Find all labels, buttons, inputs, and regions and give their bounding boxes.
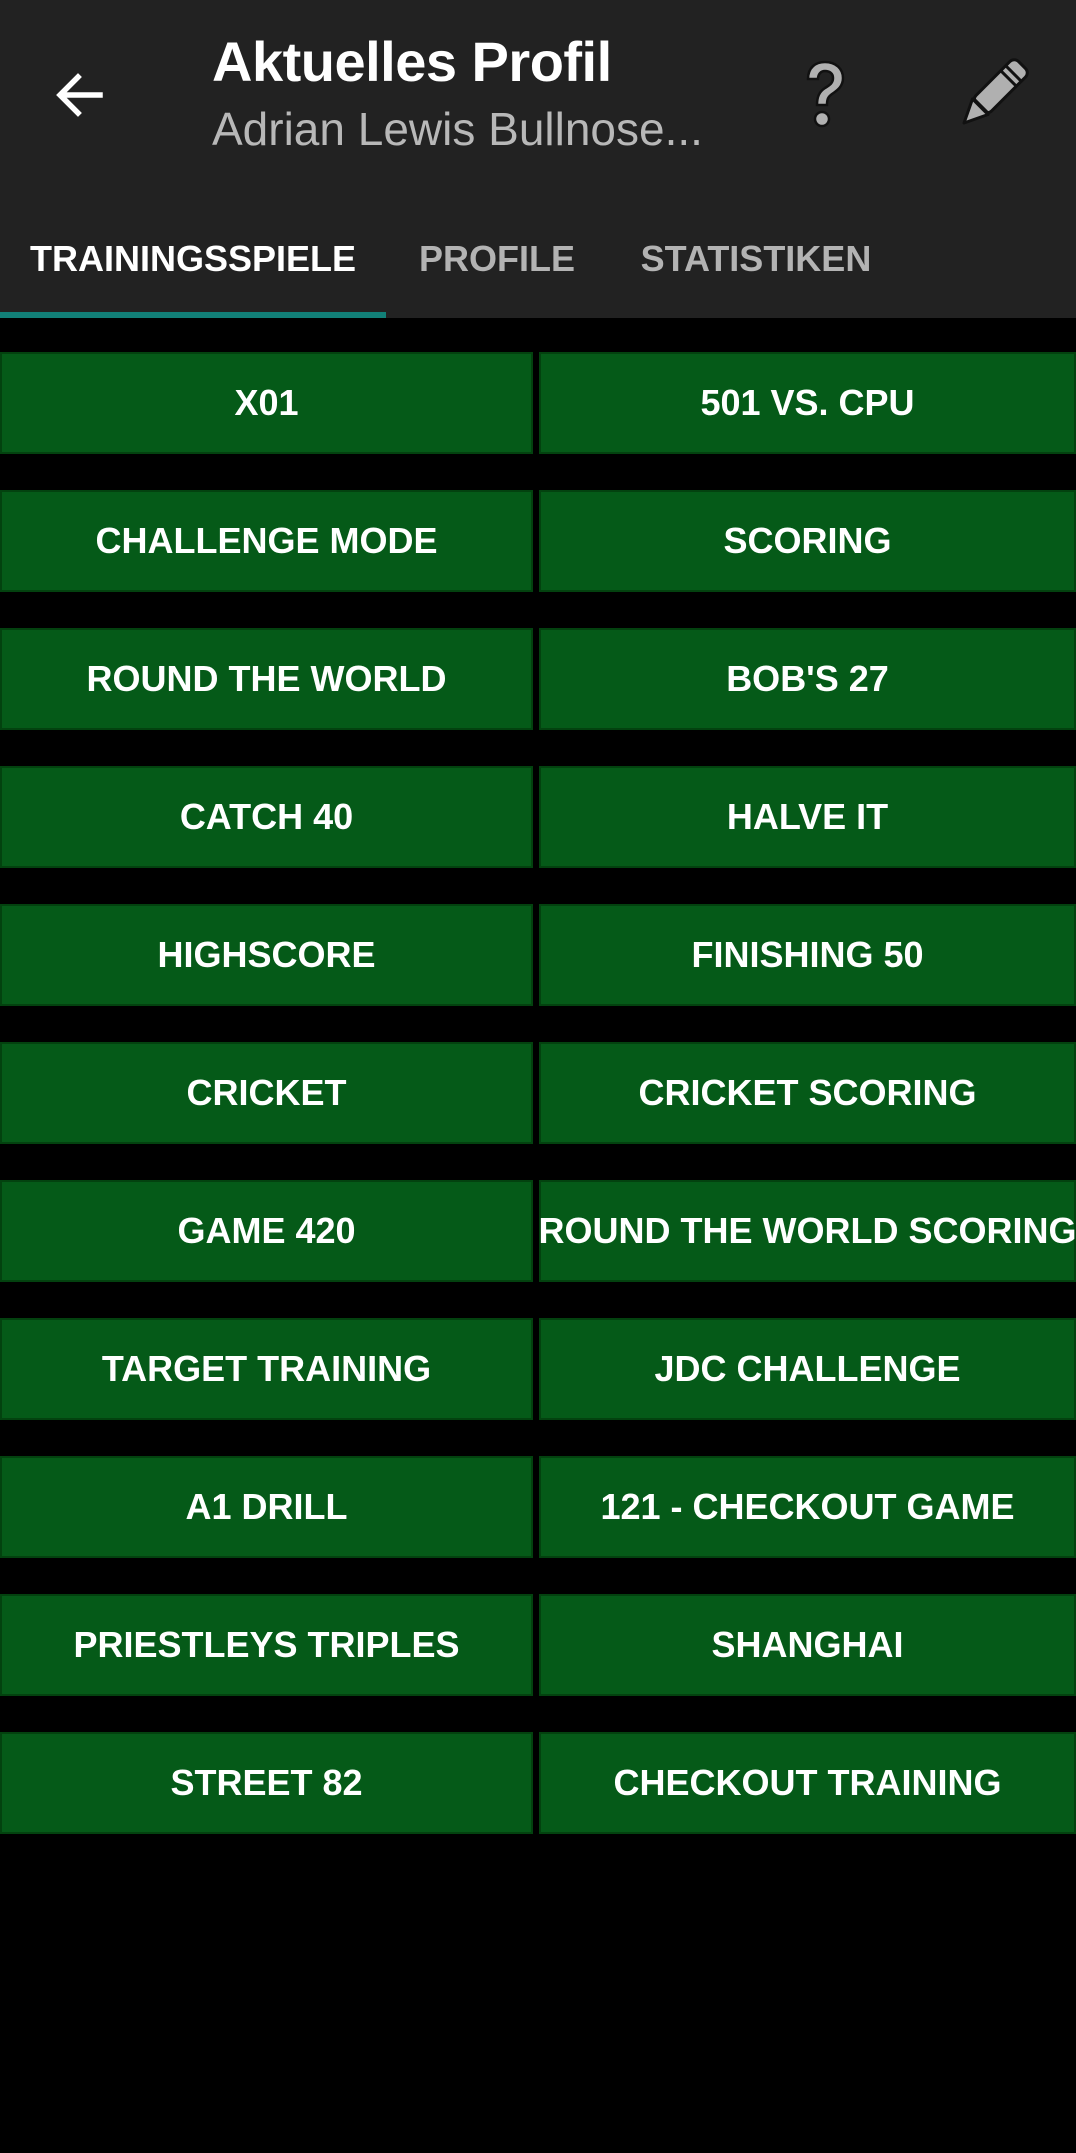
edit-profile-button[interactable] [945, 46, 1040, 141]
game-button-round-the-world-scoring[interactable]: ROUND THE WORLD SCORING [539, 1180, 1076, 1282]
active-tab-indicator [0, 312, 386, 318]
game-button-jdc-challenge[interactable]: JDC CHALLENGE [539, 1318, 1076, 1420]
game-button-scoring[interactable]: SCORING [539, 490, 1076, 592]
game-button-finishing-50[interactable]: FINISHING 50 [539, 904, 1076, 1006]
question-mark-icon [806, 60, 845, 128]
training-games-grid: X01 501 VS. CPU CHALLENGE MODE SCORING R… [0, 352, 1076, 1834]
game-button-challenge-mode[interactable]: CHALLENGE MODE [0, 490, 533, 592]
game-button-bobs-27[interactable]: BOB'S 27 [539, 628, 1076, 730]
game-button-round-the-world[interactable]: ROUND THE WORLD [0, 628, 533, 730]
game-button-street-82[interactable]: STREET 82 [0, 1732, 533, 1834]
game-button-121-checkout-game[interactable]: 121 - CHECKOUT GAME [539, 1456, 1076, 1558]
game-button-target-training[interactable]: TARGET TRAINING [0, 1318, 533, 1420]
game-button-game-420[interactable]: GAME 420 [0, 1180, 533, 1282]
page-title: Aktuelles Profil [212, 30, 612, 93]
game-button-highscore[interactable]: HIGHSCORE [0, 904, 533, 1006]
game-button-halve-it[interactable]: HALVE IT [539, 766, 1076, 868]
game-button-cricket-scoring[interactable]: CRICKET SCORING [539, 1042, 1076, 1144]
game-button-x01[interactable]: X01 [0, 352, 533, 454]
game-button-catch-40[interactable]: CATCH 40 [0, 766, 533, 868]
app-bar: Aktuelles Profil Adrian Lewis Bullnose..… [0, 0, 1076, 318]
game-button-shanghai[interactable]: SHANGHAI [539, 1594, 1076, 1696]
tab-statistiken[interactable]: STATISTIKEN [608, 200, 904, 318]
tab-profile[interactable]: PROFILE [386, 200, 608, 318]
tab-bar: TRAININGSSPIELE PROFILE STATISTIKEN [0, 200, 1076, 318]
tab-trainingsspiele[interactable]: TRAININGSSPIELE [0, 200, 386, 318]
pencil-icon [962, 57, 1029, 124]
back-button[interactable] [40, 55, 120, 135]
arrow-left-icon [56, 73, 103, 117]
game-button-501-vs-cpu[interactable]: 501 VS. CPU [539, 352, 1076, 454]
game-button-priestleys-triples[interactable]: PRIESTLEYS TRIPLES [0, 1594, 533, 1696]
game-button-checkout-training[interactable]: CHECKOUT TRAINING [539, 1732, 1076, 1834]
title-block: Aktuelles Profil Adrian Lewis Bullnose..… [212, 26, 752, 160]
help-button[interactable] [790, 50, 860, 140]
game-button-a1-drill[interactable]: A1 DRILL [0, 1456, 533, 1558]
game-button-cricket[interactable]: CRICKET [0, 1042, 533, 1144]
profile-name-subtitle: Adrian Lewis Bullnose... [212, 103, 703, 155]
